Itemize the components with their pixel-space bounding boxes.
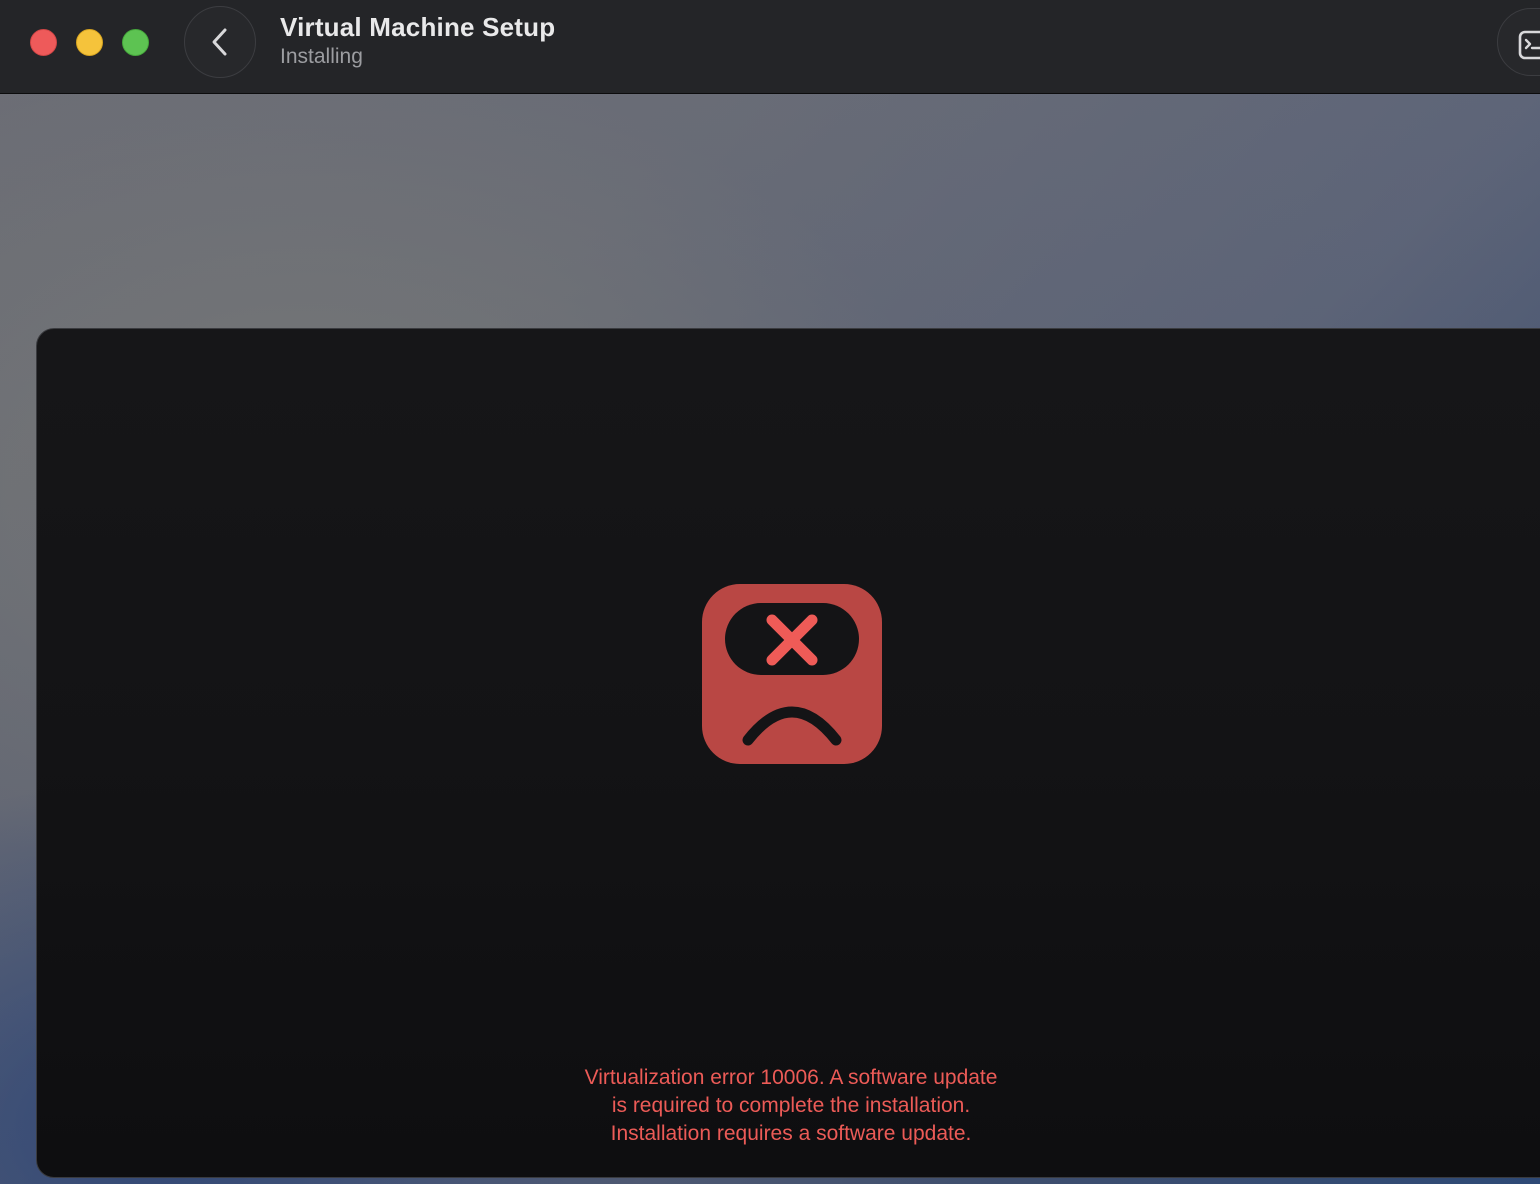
zoom-window-button[interactable]: [122, 29, 149, 56]
back-button[interactable]: [184, 6, 256, 78]
chevron-left-icon: [212, 28, 227, 56]
console-button[interactable]: [1497, 8, 1540, 76]
app-window: Virtual Machine Setup Installing Virtual…: [0, 0, 1540, 1184]
error-message: Virtualization error 10006. A software u…: [440, 1064, 1142, 1148]
terminal-icon: [1518, 30, 1540, 60]
title-bar: Virtual Machine Setup Installing: [0, 0, 1540, 94]
close-window-button[interactable]: [30, 29, 57, 56]
window-subtitle: Installing: [280, 45, 363, 68]
error-line: Virtualization error 10006. A software u…: [584, 1066, 998, 1089]
minimize-window-button[interactable]: [76, 29, 103, 56]
error-line: Installation requires a software update.: [610, 1122, 972, 1145]
error-line: is required to complete the installation…: [611, 1094, 971, 1117]
vm-error-sad-face-icon: [702, 584, 882, 764]
window-title: Virtual Machine Setup: [280, 12, 556, 42]
